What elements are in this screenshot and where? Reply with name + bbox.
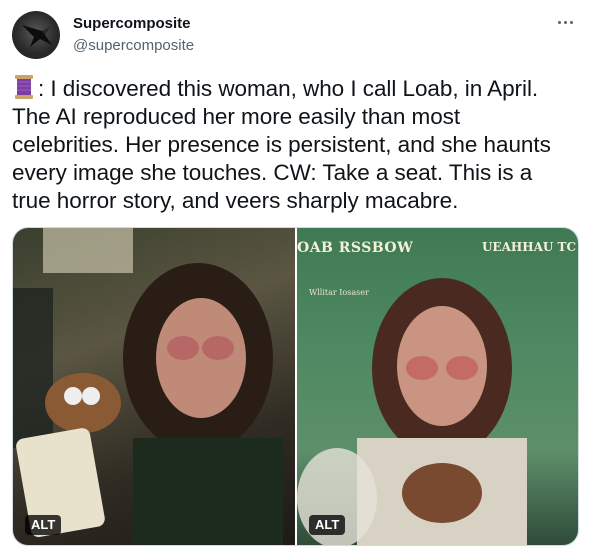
media-image-1-art xyxy=(13,228,283,545)
tweet-header: Supercomposite @supercomposite xyxy=(12,10,579,60)
media-image-2[interactable]: OAB RSSBOW UEAHHAU TC Wllitar Iosaser AL… xyxy=(297,228,578,545)
author-handle[interactable]: @supercomposite xyxy=(73,37,194,54)
image-overlay-title: OAB RSSBOW xyxy=(297,240,414,256)
avatar[interactable] xyxy=(12,11,60,59)
more-horizontal-icon[interactable] xyxy=(553,12,577,32)
thread-spool-emoji xyxy=(15,75,33,99)
tweet-text-line-1: : I discovered this woman, who I call Lo… xyxy=(12,74,579,103)
tweet-text: : I discovered this woman, who I call Lo… xyxy=(12,74,579,215)
media-image-1[interactable]: ALT xyxy=(13,228,295,545)
tweet-text-line-4: every image she touches. CW: Take a seat… xyxy=(12,160,533,185)
image-overlay-title-right: UEAHHAU TC xyxy=(481,240,576,254)
tweet-text-line-5: true horror story, and veers sharply mac… xyxy=(12,188,459,213)
alt-badge[interactable]: ALT xyxy=(309,515,346,535)
tweet-media-grid: ALT OAB RSSBOW UEAHHAU TC Wllitar Iosase… xyxy=(12,227,579,546)
alt-badge[interactable]: ALT xyxy=(25,515,62,535)
author-display-name[interactable]: Supercomposite xyxy=(73,15,191,32)
tweet-text-line-2: The AI reproduced her more easily than m… xyxy=(12,104,461,129)
image-overlay-caption: Wllitar Iosaser xyxy=(309,288,369,297)
tweet-text-line-3: celebrities. Her presence is persistent,… xyxy=(12,132,551,157)
media-image-2-art xyxy=(297,278,527,545)
tweet-text-line-1-text: : I discovered this woman, who I call Lo… xyxy=(38,76,539,101)
